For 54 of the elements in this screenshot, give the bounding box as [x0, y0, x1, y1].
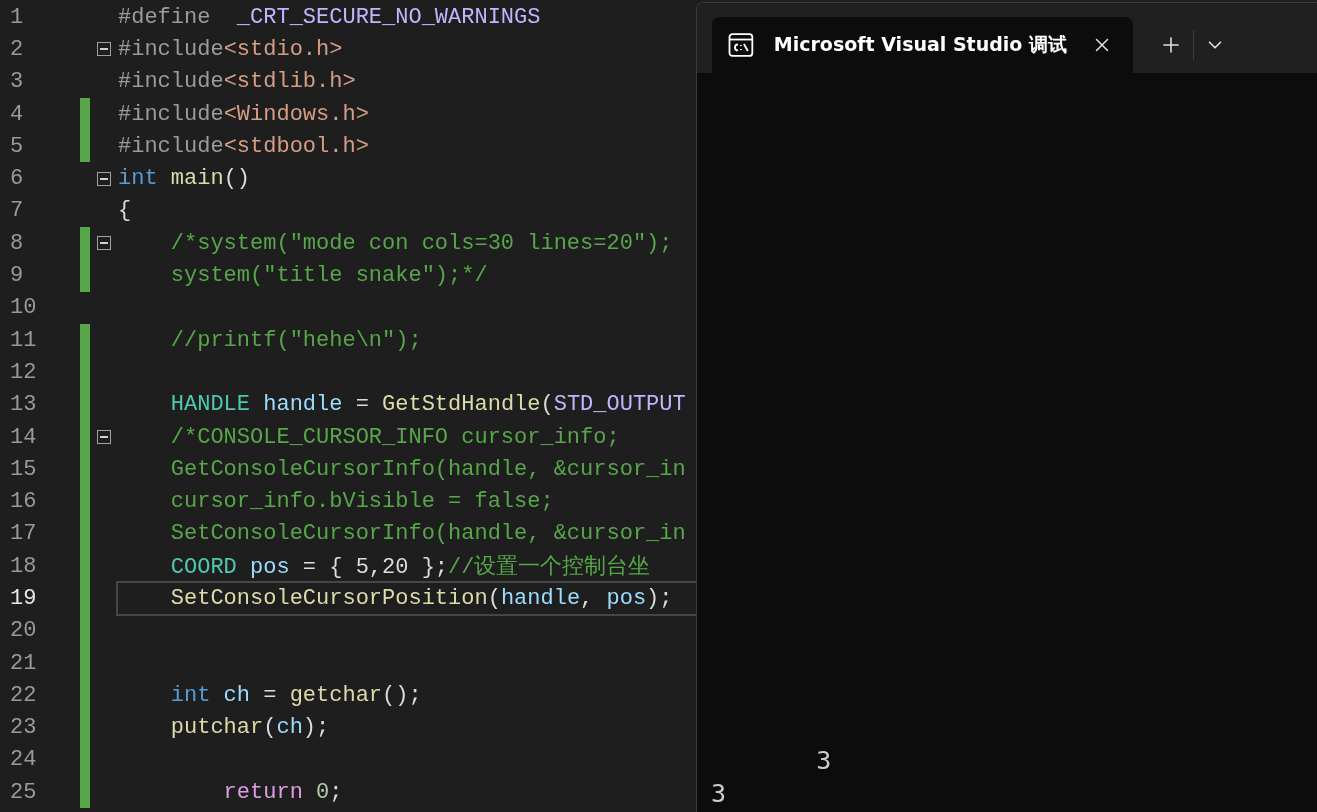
line-number: 9 — [9, 263, 25, 288]
line-number: 11 — [9, 327, 38, 353]
code-line: system("title snake");*/ — [169, 263, 488, 289]
line-number: 5 — [9, 133, 25, 159]
code-line: #include<Windows.h> — [118, 101, 369, 127]
line-number: 2 — [9, 36, 25, 62]
line-number: 21 — [9, 650, 38, 676]
code-line: putchar(ch); — [169, 715, 330, 741]
line-number: 13 — [9, 392, 38, 418]
console-icon — [728, 32, 754, 58]
code-line: //printf("hehe\n"); — [169, 327, 422, 353]
line-number: 22 — [9, 682, 38, 708]
code-line: /*CONSOLE_CURSOR_INFO cursor_info; — [169, 424, 620, 450]
line-number: 20 — [9, 618, 38, 644]
code-line: COORD pos = { 5,20 };//设置一个控制台坐 — [169, 554, 651, 582]
code-line: #include<stdbool.h> — [118, 133, 369, 159]
line-number: 15 — [9, 456, 38, 482]
code-line: cursor_info.bVisible = false; — [169, 489, 554, 515]
line-number: 6 — [9, 166, 25, 192]
code-line: HANDLE handle = GetStdHandle(STD_OUTPUT — [169, 392, 686, 418]
line-number: 3 — [9, 69, 25, 95]
line-number: 24 — [9, 747, 38, 773]
code-line: #include<stdlib.h> — [118, 69, 356, 95]
code-line: /*system("mode con cols=30 lines=20"); — [169, 230, 673, 256]
console-output: 3 — [815, 746, 832, 775]
line-number: 19 — [9, 586, 38, 611]
line-number: 16 — [9, 489, 38, 515]
line-number: 1 — [9, 4, 25, 30]
collapse-icon[interactable] — [97, 42, 111, 57]
line-number: 12 — [9, 359, 38, 385]
tab-title: Microsoft Visual Studio 调试 — [773, 32, 1067, 57]
line-number: 18 — [9, 553, 38, 579]
code-line: int ch = getchar(); — [169, 682, 422, 708]
collapse-icon[interactable] — [97, 430, 111, 444]
line-number: 10 — [9, 295, 38, 321]
line-number: 25 — [9, 779, 38, 805]
console-output: 3 — [711, 779, 727, 808]
code-line: GetConsoleCursorInfo(handle, &cursor_in — [169, 456, 686, 482]
collapse-icon[interactable] — [97, 236, 111, 251]
line-number: 14 — [9, 424, 38, 450]
line-number: 8 — [9, 230, 25, 256]
code-line: #include<stdio.h> — [118, 36, 343, 62]
code-line: SetConsoleCursorInfo(handle, &cursor_in — [169, 521, 686, 547]
line-number: 17 — [9, 521, 38, 547]
code-line: SetConsoleCursorPosition(handle, pos); — [169, 586, 673, 611]
code-line: int main() — [118, 166, 251, 192]
line-number: 7 — [9, 198, 25, 224]
line-number: 23 — [9, 715, 38, 741]
code-line: #define _CRT_SECURE_NO_WARNINGS — [118, 4, 541, 30]
terminal-tab[interactable]: Microsoft Visual Studio 调试 — [712, 17, 1133, 73]
line-number: 4 — [9, 101, 25, 127]
code-line: { — [118, 198, 132, 224]
code-line: return 0; — [222, 779, 343, 805]
collapse-icon[interactable] — [97, 171, 111, 186]
